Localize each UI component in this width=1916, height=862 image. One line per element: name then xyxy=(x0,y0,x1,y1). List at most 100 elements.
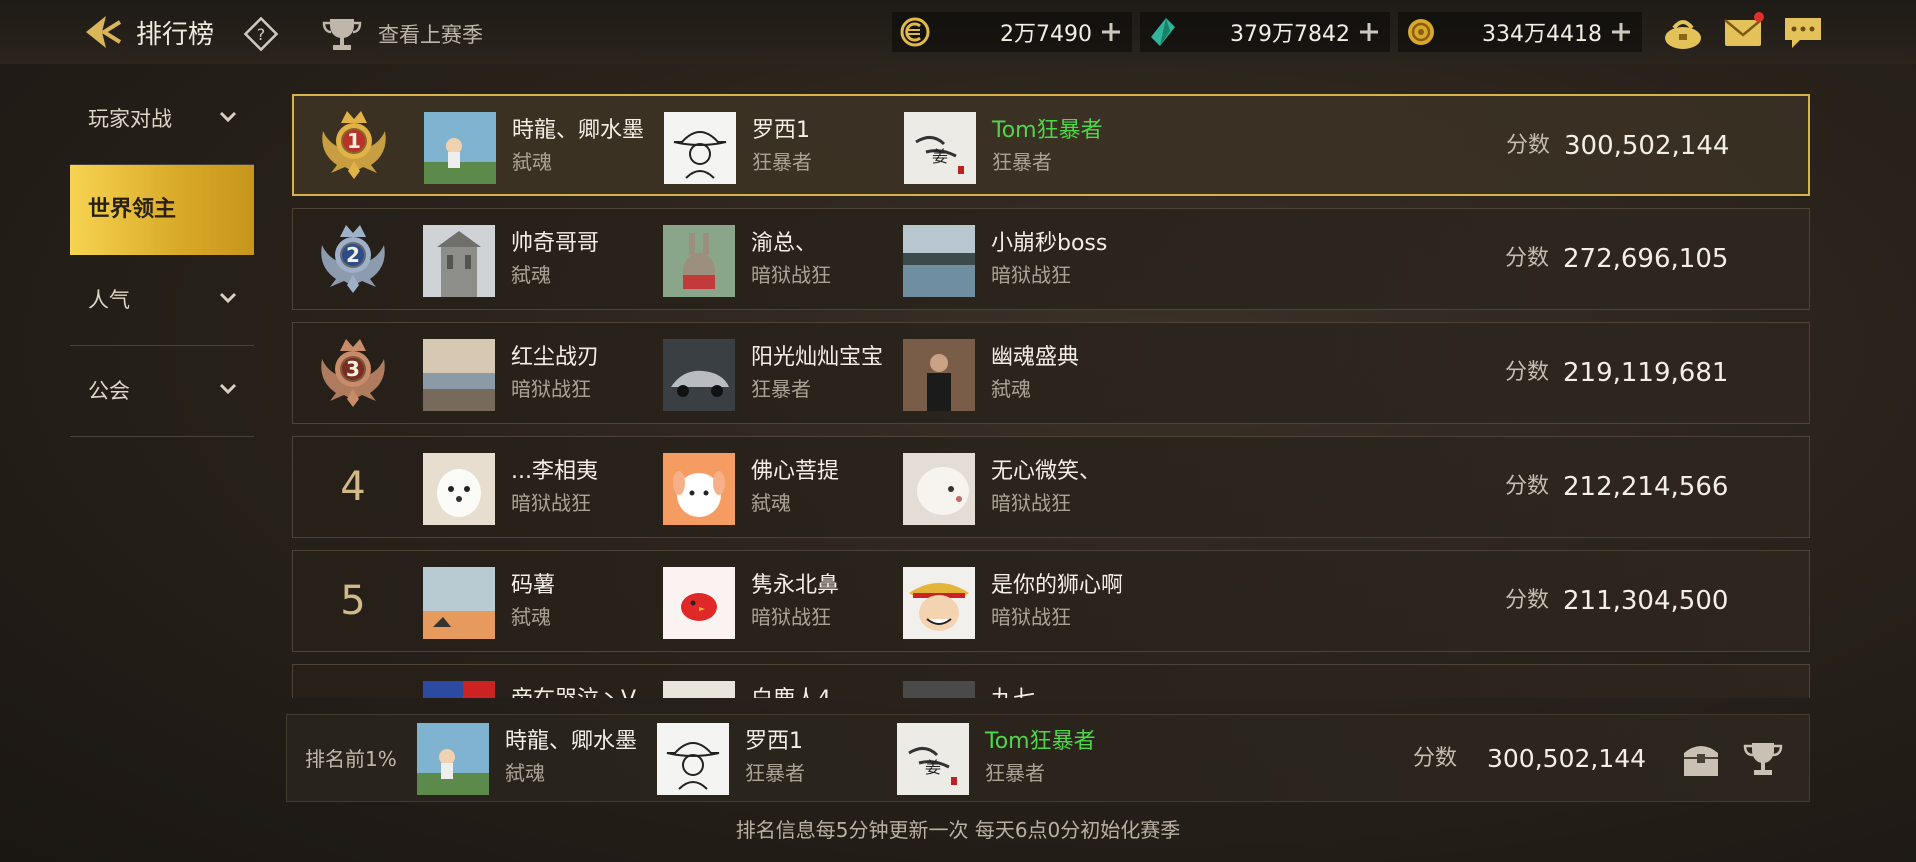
player-name: 幽魂盛典 xyxy=(991,345,1080,370)
ranking-row[interactable]: 4 ...李相夷 暗狱战狂 佛心菩提 弑魂 无心微笑、 暗狱战狂 分数 212,214,566 xyxy=(292,436,1810,538)
avatar xyxy=(663,339,735,411)
calligraphy-avatar: 姜 xyxy=(897,723,969,795)
avatar xyxy=(423,567,495,639)
green-crystal-icon xyxy=(1146,15,1180,49)
player-class: 弑魂 xyxy=(751,491,791,515)
player-name: 帝在哭泣丶V xyxy=(511,681,636,698)
pale-avatar xyxy=(663,681,735,698)
player-class: 狂暴者 xyxy=(985,761,1045,785)
avatar xyxy=(423,681,495,698)
player-name: 九七 xyxy=(991,681,1035,698)
category-sidebar: 玩家对战 世界领主 人气 公会 xyxy=(70,74,254,437)
help-icon[interactable]: ? xyxy=(243,16,279,52)
cartoon-dog-avatar xyxy=(663,453,735,525)
bag-icon[interactable] xyxy=(1662,12,1704,52)
add-crystal-button[interactable] xyxy=(1356,19,1382,45)
last-season-button[interactable]: 查看上赛季 xyxy=(322,14,483,54)
gold-coin-icon xyxy=(1404,15,1438,49)
score-value: 219,119,681 xyxy=(1563,358,1729,388)
sidebar-item-popularity[interactable]: 人气 xyxy=(70,255,254,346)
player-name: 小崩秒boss xyxy=(991,231,1108,256)
my-rank-bar: 排名前1% 時龍、卿水墨 弑魂 罗西1 狂暴者 姜 Tom狂暴者 狂暴者 分数 … xyxy=(286,714,1810,802)
flag-avatar xyxy=(423,681,495,698)
boy-sky-avatar xyxy=(424,112,496,184)
sidebar-item-label: 公会 xyxy=(88,379,130,403)
sunset-avatar xyxy=(423,567,495,639)
coupon-coin-icon xyxy=(898,15,932,49)
player-class: 弑魂 xyxy=(512,150,552,174)
ranking-row[interactable]: 帝在哭泣丶V 白鹿人4 九七 xyxy=(292,664,1810,698)
sidebar-item-world-boss[interactable]: 世界领主 xyxy=(70,165,254,255)
player-name: Tom狂暴者 xyxy=(985,729,1096,754)
player-name: 時龍、卿水墨 xyxy=(505,729,638,754)
boy-sky-avatar xyxy=(417,723,489,795)
person-avatar xyxy=(903,339,975,411)
player-class: 暗狱战狂 xyxy=(751,605,831,629)
player-name: 隽永北鼻 xyxy=(751,573,840,598)
score-label: 分数 xyxy=(1413,746,1458,771)
back-arrow-icon[interactable] xyxy=(80,12,124,52)
rank-indicator: 2 xyxy=(293,209,413,309)
sidebar-item-label: 人气 xyxy=(88,288,130,312)
chat-icon[interactable] xyxy=(1782,12,1824,52)
player-class: 狂暴者 xyxy=(752,150,812,174)
avatar xyxy=(903,567,975,639)
hat-sketch-avatar xyxy=(657,723,729,795)
add-coupon-button[interactable] xyxy=(1098,19,1124,45)
white-dog-avatar xyxy=(423,453,495,525)
avatar xyxy=(423,225,495,297)
add-gold-button[interactable] xyxy=(1608,19,1634,45)
sidebar-item-label: 世界领主 xyxy=(88,197,177,222)
player-name: 红尘战刃 xyxy=(511,345,600,370)
dark-avatar xyxy=(903,681,975,698)
ranking-list[interactable]: 1 時龍、卿水墨 弑魂 罗西1 狂暴者姜 Tom狂暴者 狂暴者 分数 300,502,144 2 帅… xyxy=(292,94,1812,698)
svg-text:?: ? xyxy=(257,25,266,44)
player-class: 暗狱战狂 xyxy=(511,377,591,401)
player-name: 码薯 xyxy=(511,573,556,598)
sidebar-item-label: 玩家对战 xyxy=(88,107,172,131)
ranking-row[interactable]: 5 码薯 弑魂 隽永北鼻 暗狱战狂 是你的狮心啊 暗狱战狂 分数 211,304,500 xyxy=(292,550,1810,652)
player-class: 弑魂 xyxy=(991,377,1031,401)
player-class: 狂暴者 xyxy=(992,150,1052,174)
avatar xyxy=(903,339,975,411)
score-value: 300,502,144 xyxy=(1564,131,1730,161)
score-label: 分数 xyxy=(1505,360,1550,385)
red-bird-avatar xyxy=(663,567,735,639)
chevron-down-icon xyxy=(218,291,238,305)
avatar xyxy=(663,453,735,525)
sidebar-item-pvp[interactable]: 玩家对战 xyxy=(70,74,254,165)
avatar xyxy=(663,681,735,698)
player-name: 阳光灿灿宝宝 xyxy=(751,345,884,370)
treasure-chest-icon[interactable] xyxy=(1679,737,1723,781)
score-label: 分数 xyxy=(1506,133,1551,158)
ranking-row[interactable]: 2 帅奇哥哥 弑魂 渝总、 暗狱战狂 小崩秒boss 暗狱战狂 分数 272,696,105 xyxy=(292,208,1810,310)
player-name: ...李相夷 xyxy=(511,459,598,484)
sidebar-item-guild[interactable]: 公会 xyxy=(70,346,254,437)
lake-avatar xyxy=(903,225,975,297)
building-avatar xyxy=(423,225,495,297)
luffy-avatar xyxy=(903,567,975,639)
avatar xyxy=(417,723,489,795)
trophy-icon[interactable] xyxy=(1741,737,1785,781)
trophy-icon xyxy=(322,19,362,50)
ranking-row[interactable]: 3 红尘战刃 暗狱战狂 阳光灿灿宝宝 狂暴者 幽魂盛典 弑魂 分数 219,119,681 xyxy=(292,322,1810,424)
player-class: 暗狱战狂 xyxy=(511,491,591,515)
svg-text:2: 2 xyxy=(346,243,360,267)
page-title: 排行榜 xyxy=(136,20,215,50)
avatar xyxy=(903,453,975,525)
ranking-row[interactable]: 1 時龍、卿水墨 弑魂 罗西1 狂暴者 姜 Tom狂暴者 狂暴者 分数 300,502,144 xyxy=(292,94,1810,196)
rank-number: 5 xyxy=(340,578,366,624)
fluffy-dog-avatar xyxy=(903,453,975,525)
svg-text:姜: 姜 xyxy=(932,147,948,166)
avatar xyxy=(903,225,975,297)
rank-indicator: 5 xyxy=(293,551,413,651)
player-class: 弑魂 xyxy=(511,605,551,629)
rank-number: 4 xyxy=(340,464,366,510)
score-value: 211,304,500 xyxy=(1563,586,1729,616)
resource-coupon: 2万7490 xyxy=(892,12,1132,52)
mail-icon[interactable] xyxy=(1722,12,1764,52)
player-name: 時龍、卿水墨 xyxy=(512,118,645,143)
score-value: 272,696,105 xyxy=(1563,244,1729,274)
top-bar: 排行榜 ? 查看上赛季 2万7490 379万7842 334万4418 xyxy=(0,0,1916,64)
rank-indicator xyxy=(293,665,413,698)
